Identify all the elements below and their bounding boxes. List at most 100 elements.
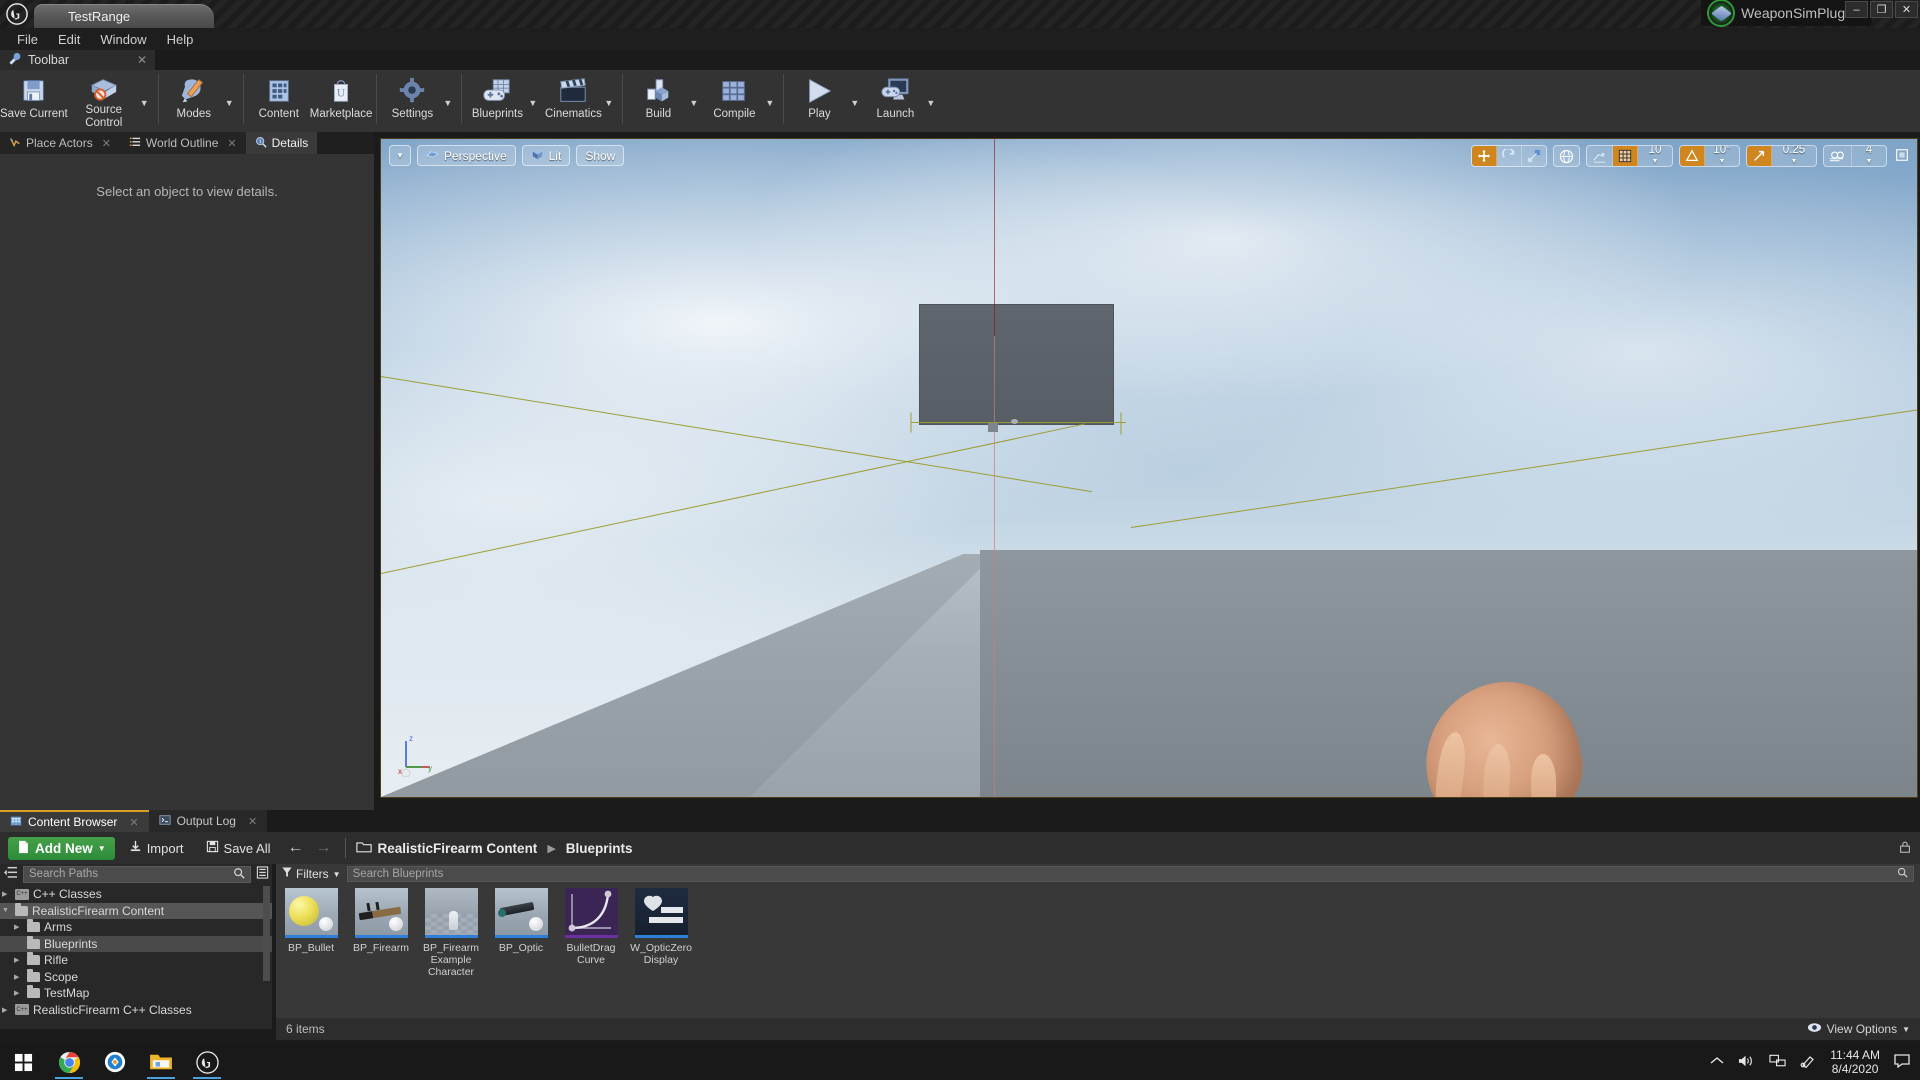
menu-item-edit[interactable]: Edit	[49, 30, 89, 49]
tree-item-scope[interactable]: ▶ Scope	[0, 968, 272, 986]
launch-button[interactable]: Launch	[864, 70, 926, 130]
tab-content-browser[interactable]: Content Browser ✕	[0, 810, 149, 832]
chevron-right-icon[interactable]: ▶	[14, 923, 23, 931]
nav-back-button[interactable]: ←	[285, 839, 307, 857]
rotate-mode-button[interactable]	[1497, 146, 1522, 166]
view-show-menu-button[interactable]: Show	[576, 145, 625, 166]
tab-details[interactable]: i Details	[245, 132, 318, 154]
lock-content-browser-icon[interactable]	[1898, 840, 1912, 857]
tree-item-rifle[interactable]: ▶ Rifle	[0, 952, 272, 969]
minimize-button[interactable]: –	[1845, 1, 1868, 18]
asset-tile[interactable]: BP_Optic	[492, 888, 550, 978]
asset-tile[interactable]: BulletDrag Curve	[562, 888, 620, 978]
translate-mode-button[interactable]	[1472, 146, 1497, 166]
close-icon[interactable]: ✕	[129, 816, 138, 829]
level-viewport[interactable]: z x y ▼ Perspective Lit Show 10 ▼ 10° ▼ …	[380, 138, 1918, 798]
save-current-button[interactable]: Save Current	[0, 70, 68, 130]
filters-button[interactable]: Filters ▼	[282, 867, 341, 881]
chevron-right-icon[interactable]: ▶	[14, 989, 23, 997]
close-icon[interactable]: ✕	[227, 137, 236, 150]
viewport-options-dropdown[interactable]: ▼	[389, 145, 411, 166]
close-icon[interactable]: ✕	[137, 53, 147, 67]
chevron-right-icon[interactable]: ▶	[2, 890, 11, 898]
add-new-button[interactable]: Add New ▼	[8, 836, 115, 860]
import-button[interactable]: Import	[121, 837, 192, 860]
close-icon[interactable]: ✕	[248, 815, 257, 828]
asset-tile[interactable]: W_OpticZero Display	[630, 888, 692, 978]
paths-view-options-icon[interactable]	[256, 866, 269, 882]
tab-world-outliner[interactable]: World Outline ✕	[119, 132, 246, 154]
marketplace-button[interactable]: U Marketplace	[310, 70, 372, 130]
paths-search-input[interactable]: Search Paths	[23, 865, 251, 883]
network-icon[interactable]	[1769, 1054, 1786, 1071]
blueprints-caret[interactable]: ▼	[528, 70, 542, 130]
save-all-button[interactable]: Save All	[198, 837, 279, 860]
view-options-button[interactable]: View Options ▼	[1807, 1022, 1910, 1036]
menu-item-help[interactable]: Help	[158, 30, 203, 49]
paths-scrollbar[interactable]	[263, 886, 270, 981]
asset-search-input[interactable]: Search Blueprints	[346, 866, 1914, 882]
chrome-icon[interactable]	[46, 1044, 92, 1080]
tree-item-realisticfirearm-cpp-classes[interactable]: ▶ C++ RealisticFirearm C++ Classes	[0, 1002, 272, 1019]
pen-icon[interactable]	[1800, 1054, 1816, 1071]
modes-caret[interactable]: ▼	[225, 70, 239, 130]
compile-button[interactable]: Compile	[703, 70, 765, 130]
chevron-up-icon[interactable]	[1710, 1055, 1724, 1069]
tree-item-cpp-classes[interactable]: ▶ C++ C++ Classes	[0, 886, 272, 903]
chevron-right-icon[interactable]: ▶	[14, 956, 23, 964]
surface-snap-button[interactable]	[1587, 146, 1613, 166]
project-tab[interactable]: TestRange	[34, 4, 214, 28]
play-button[interactable]: Play	[788, 70, 850, 130]
chevron-right-icon[interactable]: ▶	[14, 973, 23, 981]
tree-item-realisticfirearm-content[interactable]: ▼ RealisticFirearm Content	[0, 902, 272, 919]
asset-tile[interactable]: BP_Firearm	[352, 888, 410, 978]
angle-snap-toggle[interactable]	[1680, 146, 1705, 166]
taskbar-clock[interactable]: 11:44 AM 8/4/2020	[1830, 1048, 1880, 1076]
volume-icon[interactable]	[1738, 1054, 1755, 1071]
grid-snap-toggle[interactable]	[1613, 146, 1638, 166]
chevron-down-icon[interactable]: ▼	[2, 907, 11, 914]
settings-button[interactable]: Settings	[381, 70, 443, 130]
windows-start-icon[interactable]	[0, 1044, 46, 1080]
breadcrumb-root[interactable]: RealisticFirearm Content	[378, 841, 538, 856]
view-perspective-button[interactable]: Perspective	[416, 145, 516, 166]
view-lighting-lit-button[interactable]: Lit	[521, 145, 571, 166]
build-caret[interactable]: ▼	[689, 70, 703, 130]
camera-speed-icon[interactable]	[1824, 146, 1852, 166]
build-button[interactable]: Build	[627, 70, 689, 130]
close-icon[interactable]: ✕	[102, 137, 111, 150]
close-button[interactable]: ✕	[1895, 1, 1918, 18]
play-caret[interactable]: ▼	[850, 70, 864, 130]
cinematics-button[interactable]: Cinematics	[542, 70, 604, 130]
tree-item-arms[interactable]: ▶ Arms	[0, 919, 272, 936]
tree-item-testmap[interactable]: ▶ TestMap	[0, 985, 272, 1002]
source-control-button[interactable]: Source Control	[68, 70, 140, 130]
launch-caret[interactable]: ▼	[926, 70, 940, 130]
menu-item-file[interactable]: File	[8, 30, 47, 49]
scale-mode-button[interactable]	[1522, 146, 1546, 166]
notification-icon[interactable]	[1894, 1053, 1910, 1071]
settings-caret[interactable]: ▼	[443, 70, 457, 130]
maximize-viewport-button[interactable]	[1893, 148, 1911, 165]
source-control-caret[interactable]: ▼	[140, 70, 154, 130]
cinematics-caret[interactable]: ▼	[604, 70, 618, 130]
blueprints-button[interactable]: Blueprints	[466, 70, 528, 130]
tab-place-actors[interactable]: Place Actors ✕	[0, 132, 120, 154]
unreal-engine-icon[interactable]	[184, 1044, 230, 1080]
camera-speed-value[interactable]: 4 ▼	[1852, 146, 1886, 166]
collapse-tree-icon[interactable]	[3, 866, 18, 882]
nav-forward-button[interactable]: →	[313, 839, 335, 857]
angle-snap-value[interactable]: 10° ▼	[1705, 146, 1739, 166]
chevron-right-icon[interactable]: ▶	[2, 1006, 11, 1014]
file-explorer-icon[interactable]	[138, 1044, 184, 1080]
menu-item-window[interactable]: Window	[91, 30, 155, 49]
breadcrumb-current[interactable]: Blueprints	[566, 841, 633, 856]
modes-button[interactable]: Modes	[163, 70, 225, 130]
toolbar-tab[interactable]: Toolbar ✕	[0, 50, 155, 70]
scale-snap-value[interactable]: 0.25 ▼	[1772, 146, 1816, 166]
app-blue-icon[interactable]	[92, 1044, 138, 1080]
world-coordinate-button[interactable]	[1554, 146, 1579, 166]
asset-tile[interactable]: BP_Bullet	[282, 888, 340, 978]
tab-output-log[interactable]: Output Log ✕	[148, 810, 268, 832]
asset-tile[interactable]: BP_Firearm Example Character	[422, 888, 480, 978]
